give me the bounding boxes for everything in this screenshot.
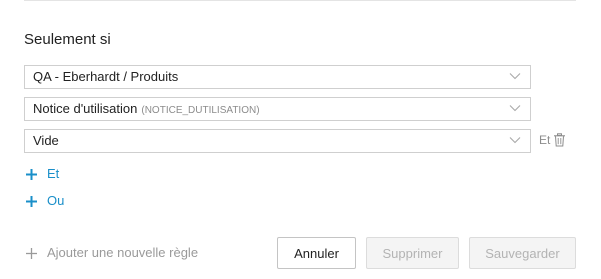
delete-button[interactable]: Supprimer [366,237,459,269]
chevron-down-icon [509,137,521,144]
operator-select[interactable]: Vide [24,129,531,153]
plus-icon [26,168,37,180]
add-new-rule-label: Ajouter une nouvelle règle [47,245,199,260]
plus-icon [26,195,37,207]
plus-icon [26,247,37,259]
add-and-condition-link[interactable]: Et [26,166,59,182]
trash-icon[interactable] [553,133,566,147]
attribute-select-value: Notice d'utilisation (NOTICE_DUTILISATION… [33,101,260,119]
attribute-name: Notice d'utilisation [33,101,138,116]
condition-row-actions: Et [539,132,566,148]
category-select[interactable]: QA - Eberhardt / Produits [24,65,531,89]
top-divider [24,0,576,1]
attribute-select[interactable]: Notice d'utilisation (NOTICE_DUTILISATION… [24,97,531,121]
operator-select-value: Vide [33,133,59,148]
chevron-down-icon [509,105,521,112]
add-new-rule-link[interactable]: Ajouter une nouvelle règle [26,245,198,261]
category-select-value: QA - Eberhardt / Produits [33,69,179,84]
cancel-button[interactable]: Annuler [277,237,356,269]
save-button[interactable]: Sauvegarder [469,237,576,269]
attribute-code: (NOTICE_DUTILISATION) [141,105,260,116]
section-title: Seulement si [24,31,111,48]
add-and-label: Et [47,166,60,181]
and-inline-link[interactable]: Et [539,132,550,148]
add-or-label: Ou [47,193,65,208]
chevron-down-icon [509,73,521,80]
rule-editor-panel: Seulement si QA - Eberhardt / Produits N… [0,0,601,279]
add-or-condition-link[interactable]: Ou [26,193,64,209]
